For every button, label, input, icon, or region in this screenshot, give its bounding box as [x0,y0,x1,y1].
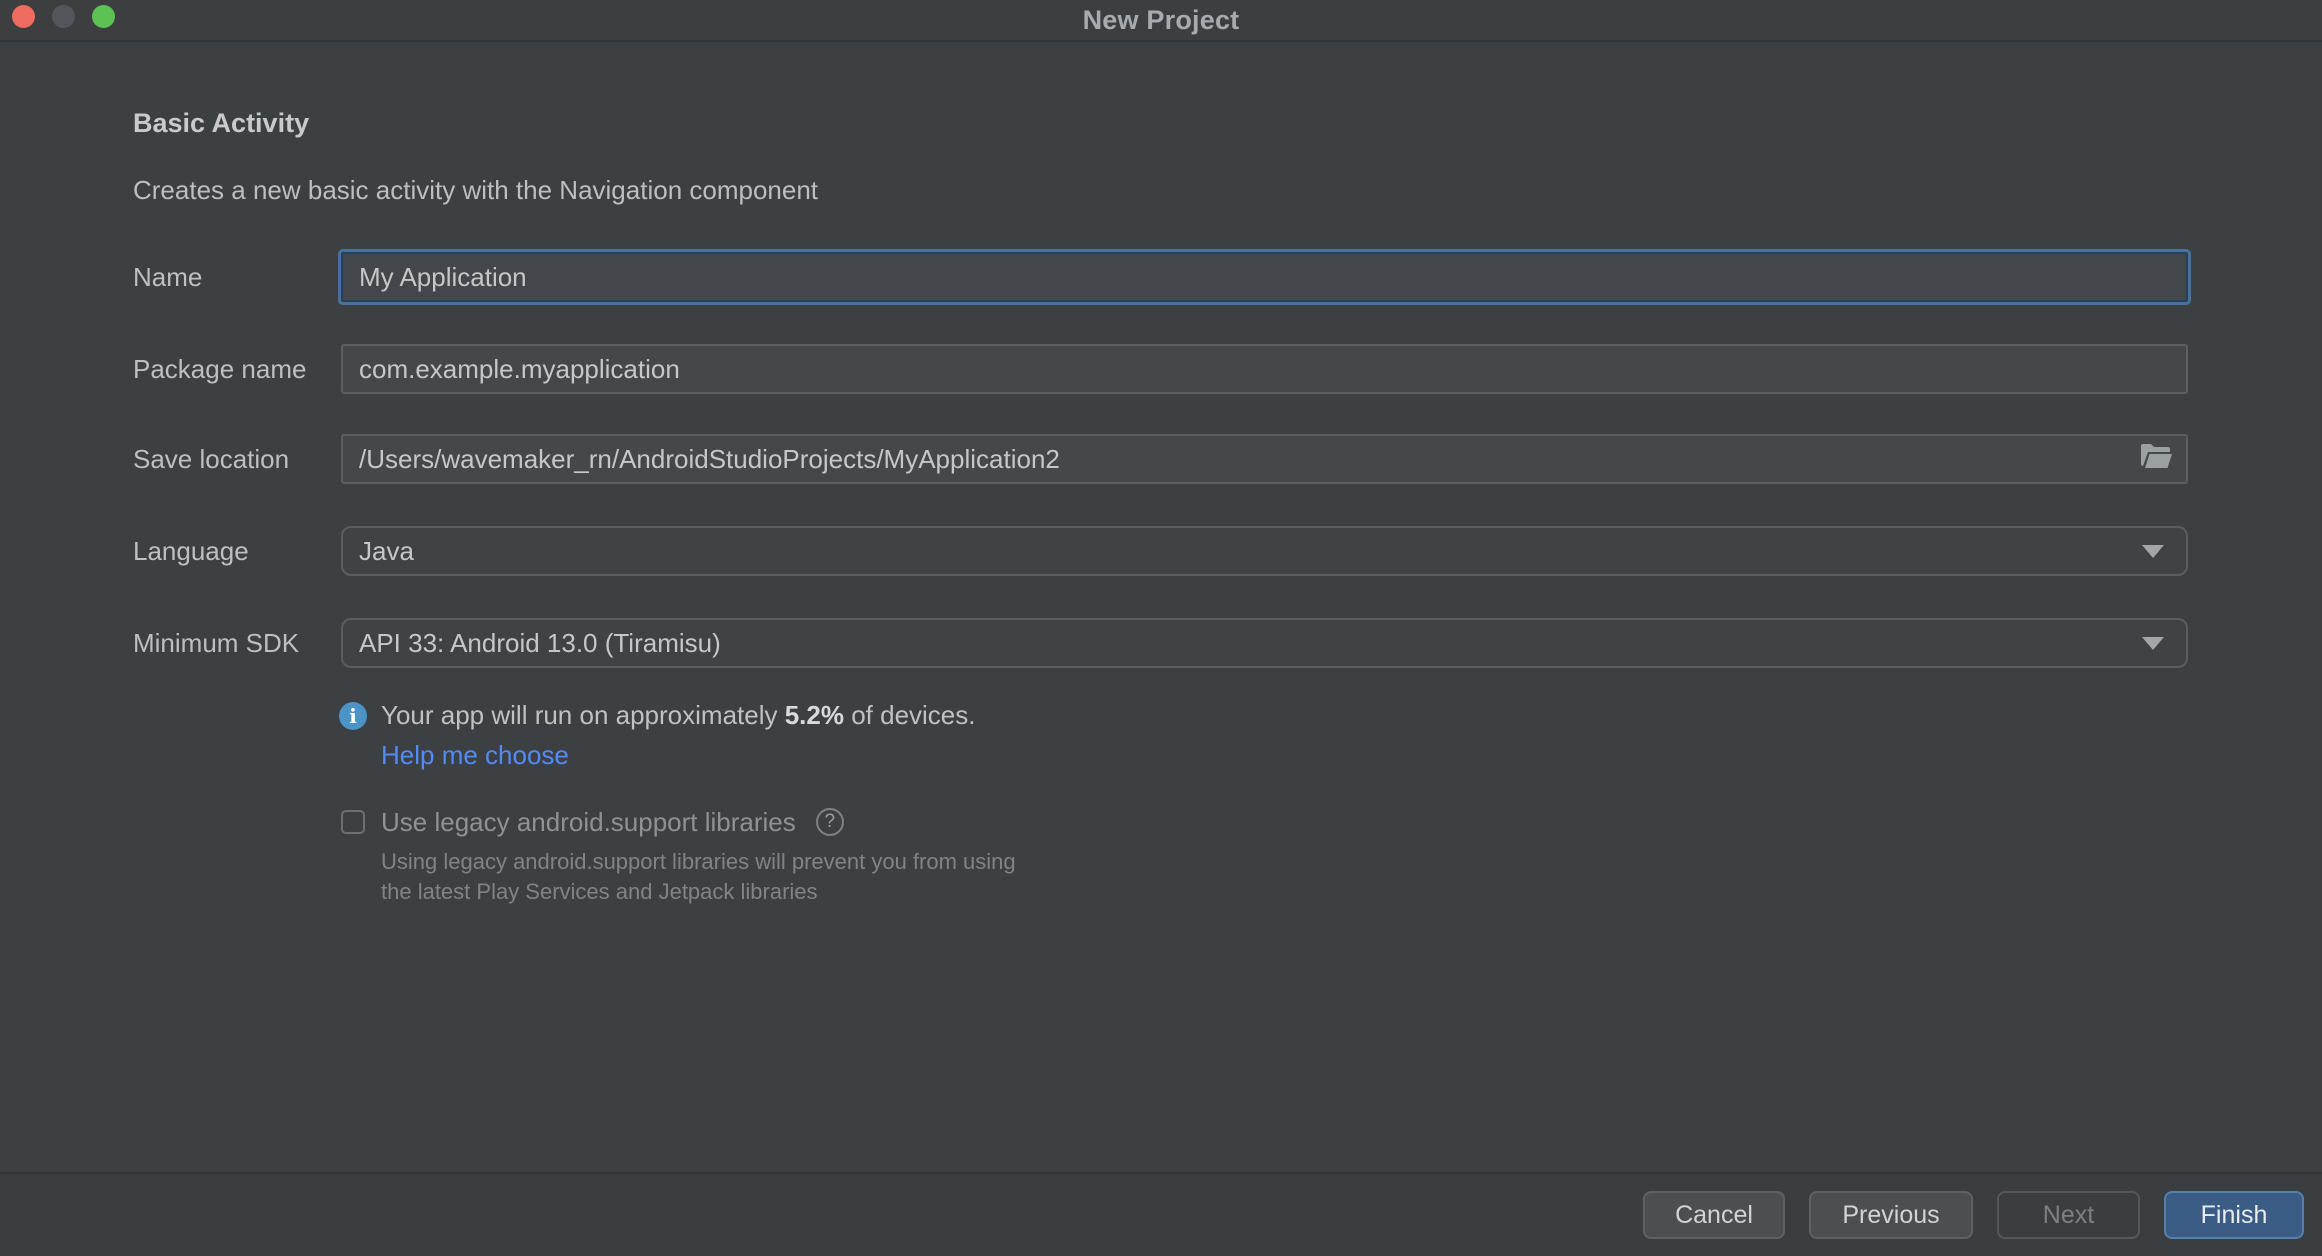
previous-button[interactable]: Previous [1809,1191,1973,1239]
sdk-info-percent: 5.2% [785,700,844,730]
browse-folder-button[interactable] [2136,434,2176,484]
sdk-info-suffix: of devices. [844,700,976,730]
language-label: Language [133,536,341,567]
zoom-window-button[interactable] [92,5,115,28]
name-row: Name [133,252,2188,302]
save-location-row: Save location [133,434,2188,484]
next-button: Next [1997,1191,2140,1239]
name-label: Name [133,262,341,293]
sdk-info-text: Your app will run on approximately 5.2% … [381,700,976,731]
template-subtitle: Creates a new basic activity with the Na… [133,175,818,206]
footer-bar: Cancel Previous Next Finish [0,1172,2322,1256]
finish-button[interactable]: Finish [2164,1191,2304,1239]
info-icon: i [339,702,367,730]
traffic-lights [12,5,115,28]
close-window-button[interactable] [12,5,35,28]
chevron-down-icon [2142,637,2164,650]
sdk-info-note: i Your app will run on approximately 5.2… [339,700,976,731]
language-dropdown[interactable]: Java [341,526,2188,576]
cancel-button[interactable]: Cancel [1643,1191,1785,1239]
question-icon[interactable]: ? [816,808,844,836]
new-project-dialog: New Project Basic Activity Creates a new… [0,0,2322,1256]
titlebar: New Project [0,0,2322,42]
min-sdk-selected-value: API 33: Android 13.0 (Tiramisu) [359,628,2142,659]
min-sdk-label: Minimum SDK [133,628,341,659]
legacy-libraries-description: Using legacy android.support libraries w… [381,847,1016,907]
save-location-label: Save location [133,444,341,475]
package-row: Package name [133,344,2188,394]
min-sdk-dropdown[interactable]: API 33: Android 13.0 (Tiramisu) [341,618,2188,668]
language-row: Language Java [133,526,2188,576]
minimize-window-button [52,5,75,28]
name-input[interactable] [341,252,2188,302]
save-location-input[interactable] [341,434,2188,484]
legacy-description-line1: Using legacy android.support libraries w… [381,847,1016,877]
language-selected-value: Java [359,536,2142,567]
chevron-down-icon [2142,545,2164,558]
template-heading: Basic Activity [133,108,309,139]
folder-open-icon [2139,443,2173,476]
package-name-input[interactable] [341,344,2188,394]
legacy-libraries-label: Use legacy android.support libraries [381,807,796,838]
legacy-libraries-row: Use legacy android.support libraries ? [341,798,844,846]
package-name-label: Package name [133,354,341,385]
sdk-info-prefix: Your app will run on approximately [381,700,785,730]
legacy-description-line2: the latest Play Services and Jetpack lib… [381,877,1016,907]
help-me-choose-link[interactable]: Help me choose [381,740,569,771]
min-sdk-row: Minimum SDK API 33: Android 13.0 (Tirami… [133,618,2188,668]
window-title: New Project [0,5,2322,36]
legacy-libraries-checkbox[interactable] [341,810,365,834]
